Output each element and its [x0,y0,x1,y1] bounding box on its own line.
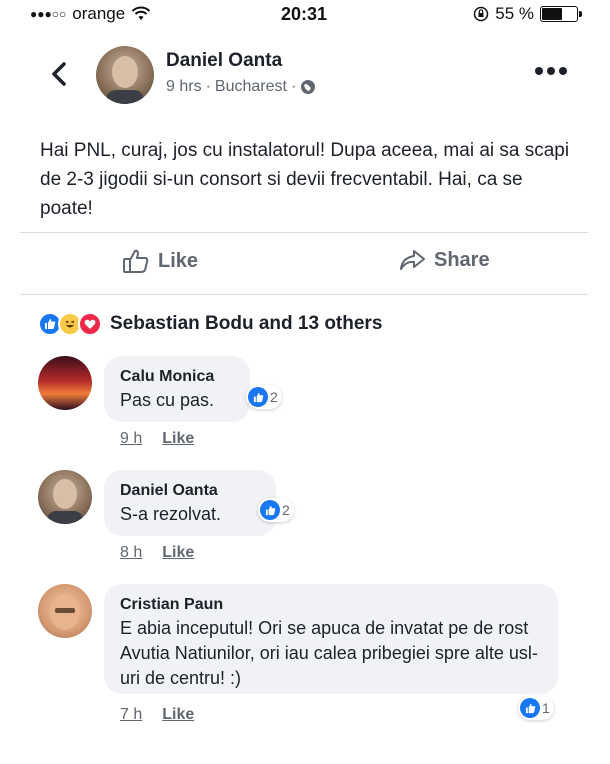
comment-author[interactable]: Cristian Paun [120,594,542,616]
comment-like-link[interactable]: Like [162,706,194,724]
meta-separator: · [205,78,211,95]
reactions-summary[interactable]: Sebastian Bodu and 13 others [38,312,382,336]
comment-author[interactable]: Daniel Oanta [120,480,260,502]
like-reaction-icon [260,500,280,520]
comment-bubble: Daniel Oanta S-a rezolvat. [104,470,276,536]
post-author-name[interactable]: Daniel Oanta [166,50,282,72]
meta-separator: · [290,78,297,95]
like-reaction-icon [248,387,268,407]
comment-reaction-count[interactable]: 2 [258,498,294,522]
comment-like-link[interactable]: Like [162,544,194,562]
post-location[interactable]: Bucharest [215,78,287,96]
status-right: 55 % [473,4,582,24]
battery-label: 55 % [495,4,534,23]
post-screen: ●●●○○ orange 20:31 55 % Daniel Oanta 9 h… [20,0,588,764]
comment-avatar[interactable] [38,356,92,410]
share-arrow-icon [400,250,425,270]
globe-icon [301,80,316,94]
like-button[interactable]: Like [122,248,198,274]
rotation-lock-icon [474,6,489,22]
post-text: Hai PNL, curaj, jos cu instalatorul! Dup… [40,140,570,219]
comment-text: S-a rezolvat. [120,504,222,524]
like-label: Like [158,249,199,272]
comment-text: E abia inceputul! Ori se apuca de invata… [120,618,538,688]
comment-reaction-count[interactable]: 2 [246,385,282,409]
author-avatar[interactable] [96,46,154,104]
post-time[interactable]: 9 hrs [166,78,202,96]
share-button[interactable]: Share [398,248,490,272]
status-bar: ●●●○○ orange 20:31 55 % [20,0,588,30]
comment-avatar[interactable] [38,470,92,524]
comment-bubble: Cristian Paun E abia inceputul! Ori se a… [104,584,558,694]
post-meta: 9 hrs · Bucharest · [166,78,316,96]
love-reaction-icon [78,312,102,336]
comment-time[interactable]: 7 h [120,706,142,724]
share-label: Share [434,248,490,271]
comment-bubble: Calu Monica Pas cu pas. [104,356,250,422]
like-reaction-icon [520,698,540,718]
reactions-text: Sebastian Bodu and 13 others [110,313,383,334]
comment-actions: 7 h Like [120,706,194,724]
reaction-count: 2 [270,389,278,405]
back-arrow-icon[interactable] [44,56,74,92]
thumbs-up-icon [123,249,149,273]
comment-time[interactable]: 8 h [120,544,142,562]
reaction-count: 1 [542,700,550,716]
reaction-count: 2 [282,502,290,518]
divider [20,294,588,295]
battery-icon [540,6,582,22]
more-options-icon[interactable] [534,66,568,76]
comment-reaction-count[interactable]: 1 [518,696,554,720]
comment-author[interactable]: Calu Monica [120,366,234,388]
comment-actions: 9 h Like [120,430,194,448]
comment-text: Pas cu pas. [120,390,215,410]
comment-like-link[interactable]: Like [162,430,194,448]
comment-actions: 8 h Like [120,544,194,562]
divider [20,232,588,233]
comment-avatar[interactable] [38,584,92,638]
comment-time[interactable]: 9 h [120,430,142,448]
